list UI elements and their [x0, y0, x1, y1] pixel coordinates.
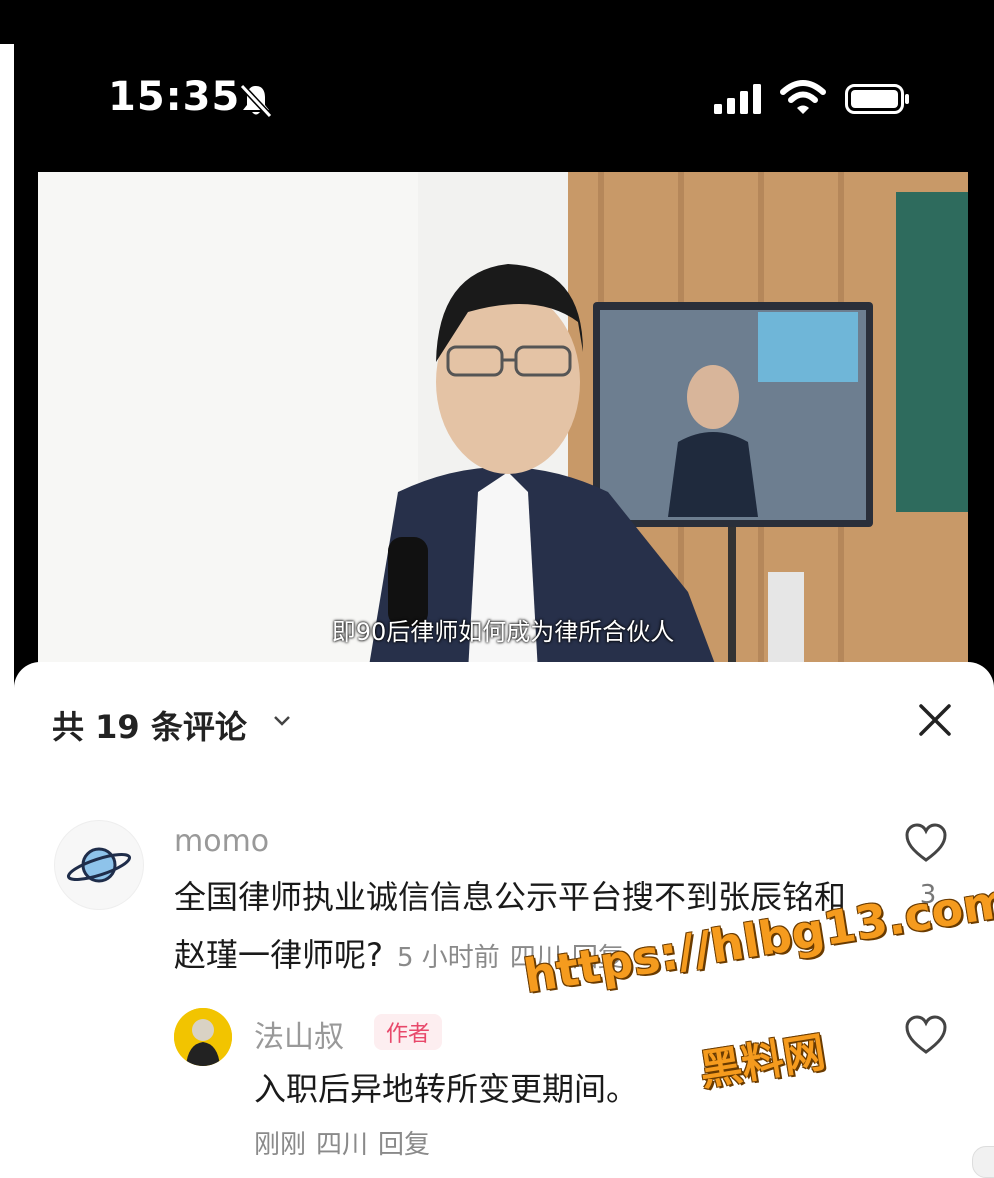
left-edge: [0, 44, 14, 1178]
avatar[interactable]: [54, 820, 144, 910]
video-frame: [38, 172, 968, 672]
video-subtitle: 即90后律师如何成为律所合伙人: [331, 618, 675, 646]
reply-text: 入职后异地转所变更期间。: [254, 1070, 639, 1108]
wifi-icon: [780, 80, 826, 114]
comment-text: 全国律师执业诚信信息公示平台搜不到张辰铭和赵瑾一律师呢? 5 小时前 四川 回复: [174, 868, 874, 987]
heart-icon[interactable]: [904, 1014, 948, 1056]
comments-count-title[interactable]: 共 19 条评论: [52, 702, 247, 748]
reply-button[interactable]: 回复: [378, 1130, 430, 1160]
reply-button[interactable]: 回复: [572, 943, 624, 973]
planet-icon: [66, 847, 132, 883]
close-icon[interactable]: [917, 702, 953, 738]
comment-location: 四川: [509, 943, 562, 973]
reply-username[interactable]: 法山叔: [254, 1012, 344, 1056]
comment-username[interactable]: momo: [174, 824, 269, 859]
like-count: 3: [919, 880, 937, 910]
scroll-handle[interactable]: [972, 1146, 994, 1178]
battery-icon: [845, 84, 909, 114]
author-badge: 作者: [374, 1014, 443, 1050]
user-avatar-icon: [174, 1008, 232, 1066]
reply-location: 四川: [316, 1130, 369, 1160]
signal-icon: [714, 84, 761, 114]
avatar[interactable]: [174, 1008, 232, 1066]
video-player[interactable]: 即90后律师如何成为律所合伙人: [38, 172, 968, 672]
mute-bell-icon: [239, 83, 273, 119]
status-bar: 15:35: [0, 0, 994, 170]
reply-meta: 刚刚 四川 回复: [254, 1124, 440, 1161]
reply-time: 刚刚: [254, 1130, 307, 1160]
chevron-down-icon[interactable]: [272, 714, 292, 728]
comments-panel: 共 19 条评论 momo 全国律师执业诚信信息公示平台搜不到张辰铭和赵瑾一律师…: [14, 662, 994, 1178]
status-time: 15:35: [108, 74, 241, 120]
comment-time: 5 小时前: [397, 943, 500, 973]
comment-meta: 5 小时前 四川 回复: [397, 943, 634, 973]
heart-icon[interactable]: [904, 822, 948, 864]
